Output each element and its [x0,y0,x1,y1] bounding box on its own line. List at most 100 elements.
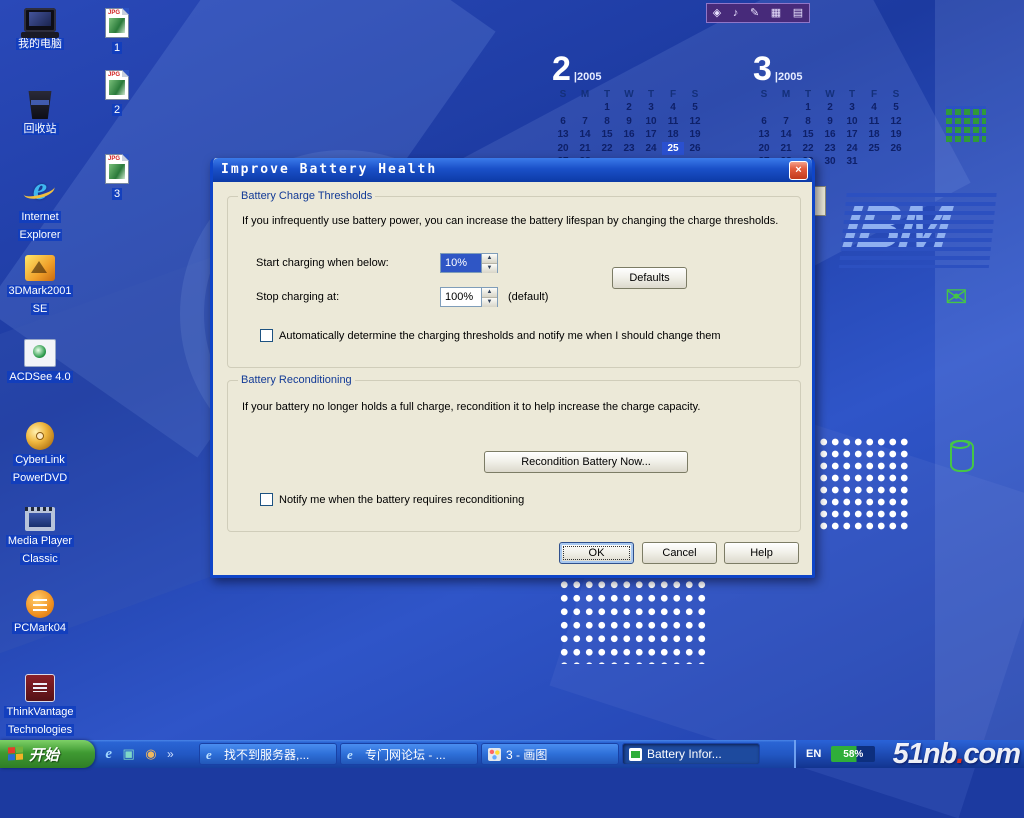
stop-threshold-spinner[interactable]: 100% ▲ ▼ [440,287,498,307]
calendar-day: 9 [618,115,640,129]
start-button[interactable]: 开始 [0,740,95,768]
desktop-icon-pcmark[interactable]: PCMark04 [4,590,76,670]
envelope-icon: ✉ [945,282,968,313]
dialog-body: Battery Charge Thresholds If you infrequ… [213,182,812,578]
calendar-day: 15 [797,128,819,142]
calendar-day: 18 [863,128,885,142]
calendar-day: 10 [841,115,863,129]
desktop-icon-my-computer[interactable]: 我的电脑 [4,8,76,88]
start-threshold-value[interactable]: 10% [441,254,481,272]
calendar-day: 6 [753,115,775,129]
desktop-icon-label: 2 [112,104,122,116]
pen-icon[interactable]: ✎ [750,5,759,21]
calendar-day: 3 [841,101,863,115]
recondition-battery-button[interactable]: Recondition Battery Now... [484,451,688,473]
battery-reconditioning-group: Battery Reconditioning If your battery n… [227,380,801,532]
calendar-year: |2005 [574,71,602,83]
calendar-day [885,155,907,169]
cancel-button[interactable]: Cancel [642,542,717,564]
doc-icon[interactable]: ▤ [793,5,803,21]
calendar-month: 2 [552,50,571,88]
task-buttons: 找不到服务器,...专门网论坛 - ...3 - 画图Battery Infor… [199,740,790,768]
taskbar-task[interactable]: Battery Infor... [622,743,760,765]
battery-indicator[interactable]: 58% [831,746,875,762]
start-charging-label: Start charging when below: [256,257,389,269]
calendar-day: 4 [863,101,885,115]
notify-reconditioning-checkbox-row[interactable]: Notify me when the battery requires reco… [260,493,524,506]
calendar-day: 25 [863,142,885,156]
close-button[interactable]: × [789,161,808,180]
desktop-icon-label: Media Player Classic [6,535,74,565]
day-header: T [596,88,618,101]
desktop-icon-mpc[interactable]: Media Player Classic [4,507,76,587]
calendar-day: 23 [618,142,640,156]
spin-up-icon[interactable]: ▲ [482,254,497,264]
desktop-icon-acdsee[interactable]: ACDSee 4.0 [4,339,76,419]
desktop-icon-3dmark[interactable]: 3DMark2001 SE [4,255,76,335]
stop-charging-label: Stop charging at: [256,291,339,303]
desktop-icon-recycle-bin[interactable]: 回收站 [4,91,76,171]
green-grid-decoration [946,106,986,142]
calendar-day: 8 [596,115,618,129]
jpg-badge: JPG [108,10,120,17]
show-desktop-icon[interactable]: ▣ [123,746,135,762]
taskbar: 开始 e ▣ ◉ » 找不到服务器,...专门网论坛 - ...3 - 画图Batt… [0,740,1024,768]
stop-threshold-value[interactable]: 100% [441,288,481,306]
notify-reconditioning-checkbox[interactable] [260,493,273,506]
calendar-day: 16 [618,128,640,142]
spin-down-icon[interactable]: ▼ [482,298,497,307]
dial-icon[interactable]: ◈ [713,5,721,21]
pcmark-icon [26,590,54,618]
calendar-day: 13 [552,128,574,142]
taskbar-task[interactable]: 专门网论坛 - ... [340,743,478,765]
calendar-day: 22 [797,142,819,156]
spinner-arrows: ▲ ▼ [481,288,497,306]
language-indicator[interactable]: EN [806,748,821,760]
calendar-day: 9 [819,115,841,129]
group-caption: Battery Charge Thresholds [238,190,375,202]
calendar-day: 21 [775,142,797,156]
calendar-day: 2 [819,101,841,115]
taskbar-task[interactable]: 找不到服务器,... [199,743,337,765]
ie-quick-icon[interactable]: e [105,746,112,763]
note-icon[interactable]: ♪ [733,5,739,21]
auto-determine-checkbox[interactable] [260,329,273,342]
taskbar-task[interactable]: 3 - 画图 [481,743,619,765]
desktop-icon-powerdvd[interactable]: CyberLink PowerDVD [4,422,76,502]
help-button[interactable]: Help [724,542,799,564]
spin-up-icon[interactable]: ▲ [482,288,497,298]
desktop-icon-label: 3 [112,188,122,200]
watermark-right: com [963,738,1020,770]
calendar-day: 19 [885,128,907,142]
desktop-icon-jpg3[interactable]: JPG3 [86,154,148,214]
battery-icon [629,748,642,761]
calendar-day: 20 [552,142,574,156]
media-player-quick-icon[interactable]: ◉ [145,746,156,762]
calendar-day: 11 [662,115,684,129]
jpg-badge: JPG [108,72,120,79]
watermark: 51nb.com [893,739,1020,769]
jpg-file-icon: JPG [105,8,129,38]
calendar-day: 1 [797,101,819,115]
desktop-icon-label: Internet Explorer [18,211,63,241]
quick-launch-overflow-chevron[interactable]: » [167,747,181,761]
calendar-day: 13 [753,128,775,142]
calendar-day: 30 [819,155,841,169]
dialog-titlebar[interactable]: Improve Battery Health × [213,158,812,182]
grid-icon[interactable]: ▦ [771,5,781,21]
floating-toolbar[interactable]: ◈ ♪ ✎ ▦ ▤ [706,3,810,23]
spin-down-icon[interactable]: ▼ [482,264,497,273]
auto-determine-checkbox-row[interactable]: Automatically determine the charging thr… [260,329,720,342]
calendar-day: 2 [618,101,640,115]
cylinder-icon [950,440,974,472]
desktop-icon-jpg1[interactable]: JPG1 [86,8,148,68]
desktop-icon-jpg2[interactable]: JPG 2 [86,70,148,130]
battery-health-dialog: Improve Battery Health × Battery Charge … [210,158,815,578]
desktop-icons-column-1: 我的电脑回收站 Internet Explorer 3DMark2001 SEACD… [4,4,76,754]
start-threshold-spinner[interactable]: 10% ▲ ▼ [440,253,498,273]
my-computer-icon [24,8,56,32]
ok-button[interactable]: OK [559,542,634,564]
day-header: F [662,88,684,101]
desktop-icon-internet-explorer[interactable]: Internet Explorer [4,171,76,251]
defaults-button[interactable]: Defaults [612,267,687,289]
